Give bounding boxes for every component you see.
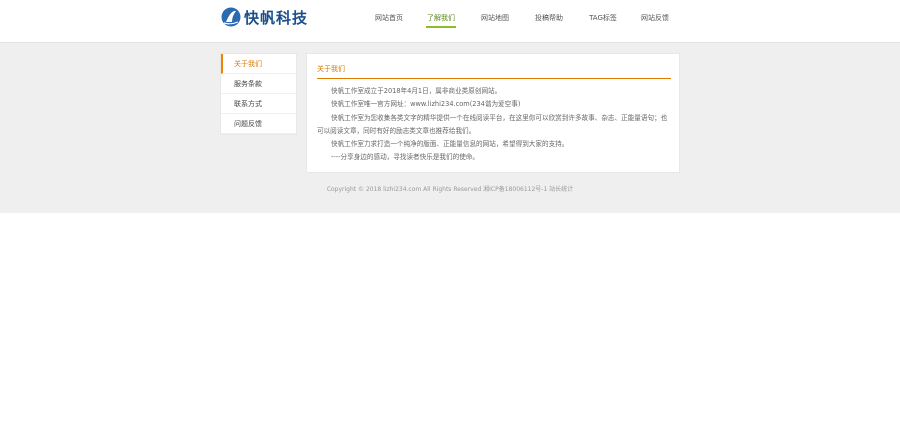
site-logo[interactable]: 快帆科技: [220, 6, 308, 28]
content-panel: 关于我们 快帆工作室成立于2018年4月1日，属非商业类原创网站。 快帆工作室唯…: [306, 53, 680, 173]
sidebar-item-about[interactable]: 关于我们: [221, 54, 296, 74]
about-paragraph: 快帆工作室力求打造一个纯净的版面、正能量信息的网站，希望得到大家的支持。: [331, 140, 569, 149]
sidebar-item-terms[interactable]: 服务条款: [221, 74, 296, 94]
about-paragraph: 快帆工作室唯一官方网址：www.lizhi234.com(234谐为爱空事): [331, 100, 521, 109]
nav-submit-help[interactable]: 投稿帮助: [532, 13, 566, 28]
sidebar-item-contact[interactable]: 联系方式: [221, 94, 296, 114]
sidebar-item-feedback[interactable]: 问题反馈: [221, 114, 296, 134]
logo-text: 快帆科技: [244, 8, 309, 27]
main-nav: 网站首页 了解我们 网站地图 投稿帮助 TAG标签 网站反馈: [368, 13, 672, 28]
about-paragraph: ----分享身边的感动，寻找读者快乐是我们的使命。: [331, 153, 479, 162]
about-paragraph: 快帆工作室成立于2018年4月1日，属非商业类原创网站。: [331, 87, 502, 95]
content-title: 关于我们: [317, 64, 671, 79]
about-paragraph: 快帆工作室为您收集各类文字的精华提供一个在线阅读平台，在这里你可以欣赏到许多故事…: [317, 113, 668, 135]
sail-logo-icon: [221, 7, 241, 27]
nav-sitemap[interactable]: 网站地图: [478, 13, 512, 28]
footer-copyright: Copyright © 2018 lizhi234.com All Rights…: [326, 186, 574, 193]
site-header: 快帆科技 网站首页 了解我们 网站地图 投稿帮助 TAG标签 网站反馈: [0, 0, 900, 43]
main-area: 关于我们 服务条款 联系方式 问题反馈 关于我们 快帆工作室成立于2018年4月…: [0, 43, 900, 213]
nav-about-us[interactable]: 了解我们: [426, 13, 456, 28]
sidebar: 关于我们 服务条款 联系方式 问题反馈: [220, 53, 297, 135]
nav-tags[interactable]: TAG标签: [586, 13, 620, 28]
nav-feedback[interactable]: 网站反馈: [638, 13, 672, 28]
nav-home[interactable]: 网站首页: [368, 13, 410, 28]
